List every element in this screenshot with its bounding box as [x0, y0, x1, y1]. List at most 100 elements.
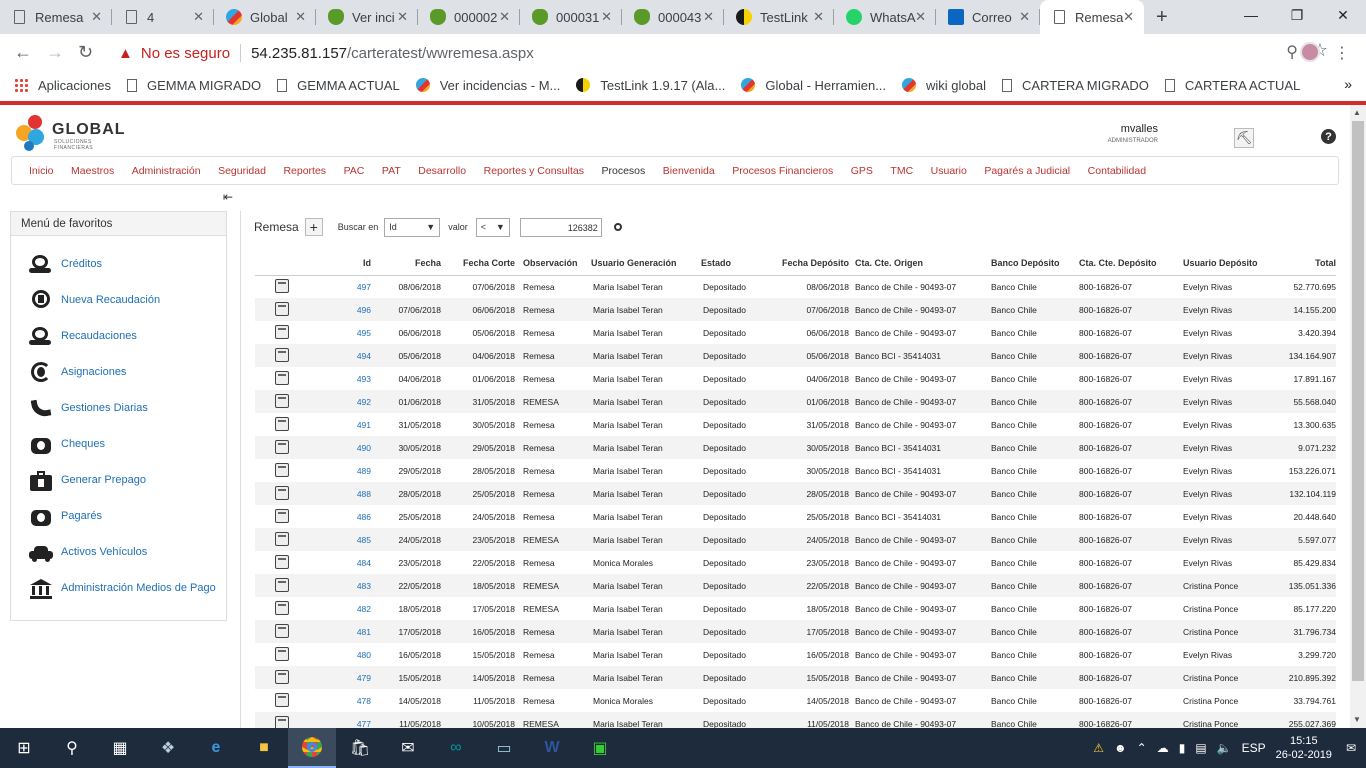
menu-item[interactable]: Inicio — [29, 165, 54, 177]
windows-start-icon[interactable]: ⊞ — [0, 728, 48, 768]
close-icon[interactable]: ✕ — [193, 9, 204, 25]
update-warning-icon[interactable]: ⚠ — [1093, 741, 1104, 755]
table-row[interactable]: 494 05/06/2018 04/06/2018 Remesa Maria Isabe… — [255, 344, 1336, 367]
pdf-icon[interactable] — [275, 600, 289, 615]
favorite-item[interactable]: Nueva Recaudación — [29, 288, 160, 312]
browser-tab[interactable]: Correo ✕ — [936, 0, 1040, 34]
close-icon[interactable]: ✕ — [915, 9, 926, 25]
url-omnibox[interactable]: ▲ No es seguro 54.235.81.157/carteratest… — [108, 38, 1288, 68]
browser-tab[interactable]: 000031 ✕ — [520, 0, 622, 34]
id-link[interactable]: 482 — [289, 597, 375, 620]
close-icon[interactable]: ✕ — [295, 9, 306, 25]
pdf-icon[interactable] — [275, 577, 289, 592]
column-header[interactable]: Cta. Cte. Origen — [855, 251, 991, 276]
menu-item[interactable]: TMC — [890, 165, 913, 177]
browser-tab[interactable]: Ver inci ✕ — [316, 0, 418, 34]
menu-item[interactable]: GPS — [851, 165, 873, 177]
id-link[interactable]: 480 — [289, 643, 375, 666]
table-row[interactable]: 497 08/06/2018 07/06/2018 Remesa Maria Isabe… — [255, 275, 1336, 298]
store-icon[interactable]: 🛍 — [336, 728, 384, 768]
pdf-icon[interactable] — [275, 485, 289, 500]
id-link[interactable]: 478 — [289, 689, 375, 712]
menu-item[interactable]: Pagarés a Judicial — [984, 165, 1070, 177]
table-row[interactable]: 492 01/06/2018 31/05/2018 REMESA Maria Isabe… — [255, 390, 1336, 413]
id-link[interactable]: 489 — [289, 459, 375, 482]
bookmarks-overflow-icon[interactable]: » — [1344, 76, 1352, 92]
clock[interactable]: 15:15 26-02-2019 — [1276, 734, 1332, 762]
table-row[interactable]: 478 14/05/2018 11/05/2018 Remesa Monica Mora… — [255, 689, 1336, 712]
close-icon[interactable]: ✕ — [601, 9, 612, 25]
menu-item[interactable]: Bienvenida — [663, 165, 715, 177]
close-icon[interactable]: ✕ — [499, 9, 510, 25]
language-indicator[interactable]: ESP — [1242, 741, 1266, 755]
favorite-item[interactable]: Administración Medios de Pago — [29, 576, 216, 600]
column-header[interactable]: Id — [289, 251, 375, 276]
menu-item[interactable]: Reportes y Consultas — [484, 165, 584, 177]
word-icon[interactable]: W — [528, 728, 576, 768]
bookmark-item[interactable]: wiki global — [902, 78, 986, 93]
browser-tab[interactable]: TestLink ✕ — [724, 0, 834, 34]
pdf-icon[interactable] — [275, 324, 289, 339]
search-icon[interactable]: ⚲ — [48, 728, 96, 768]
operator-select[interactable]: < ▼ — [475, 217, 510, 237]
table-row[interactable]: 484 23/05/2018 22/05/2018 Remesa Monica Mora… — [255, 551, 1336, 574]
search-go-icon[interactable] — [613, 223, 622, 231]
favorite-item[interactable]: Recaudaciones — [29, 324, 137, 348]
id-link[interactable]: 481 — [289, 620, 375, 643]
column-header[interactable] — [255, 251, 289, 276]
network-icon[interactable]: ▤ — [1195, 741, 1206, 755]
new-tab-button[interactable]: + — [1156, 6, 1168, 29]
browser-tab[interactable]: Remesa ✕ — [0, 0, 112, 34]
id-link[interactable]: 490 — [289, 436, 375, 459]
id-link[interactable]: 495 — [289, 321, 375, 344]
table-row[interactable]: 480 16/05/2018 15/05/2018 Remesa Maria Isabe… — [255, 643, 1336, 666]
dropbox-icon[interactable]: ❖ — [144, 728, 192, 768]
close-icon[interactable]: ✕ — [397, 9, 408, 25]
table-row[interactable]: 488 28/05/2018 25/05/2018 Remesa Maria Isabe… — [255, 482, 1336, 505]
pdf-icon[interactable] — [275, 462, 289, 477]
column-header[interactable]: Fecha Corte — [447, 251, 519, 276]
people-icon[interactable]: ☻ — [1114, 741, 1127, 755]
notification-center-icon[interactable]: ✉ — [1346, 741, 1356, 755]
id-link[interactable]: 497 — [289, 275, 375, 298]
pdf-icon[interactable] — [275, 278, 289, 293]
menu-item[interactable]: Administración — [132, 165, 201, 177]
menu-item[interactable]: Desarrollo — [418, 165, 466, 177]
tray-chevron-icon[interactable]: ⌃ — [1137, 741, 1147, 755]
menu-item[interactable]: PAT — [382, 165, 401, 177]
table-row[interactable]: 477 11/05/2018 10/05/2018 REMESA Maria Isabe… — [255, 712, 1336, 728]
column-header[interactable]: Cta. Cte. Depósito — [1079, 251, 1183, 276]
bookmark-item[interactable]: Aplicaciones — [14, 78, 111, 93]
help-icon[interactable]: ? — [1321, 129, 1336, 144]
page-scrollbar[interactable]: ▲ ▼ — [1350, 105, 1366, 728]
menu-kebab-icon[interactable]: ⋮ — [1334, 43, 1350, 63]
close-icon[interactable]: ✕ — [1019, 9, 1030, 25]
reload-icon[interactable]: ↻ — [78, 42, 93, 63]
column-header[interactable]: Fecha Depósito — [779, 251, 855, 276]
settings-tool-icon[interactable]: ⛏ — [1234, 128, 1254, 148]
pdf-icon[interactable] — [275, 531, 289, 546]
search-field-select[interactable]: Id ▼ — [384, 217, 441, 237]
favorite-item[interactable]: Gestiones Diarias — [29, 396, 148, 420]
menu-item[interactable]: Contabilidad — [1088, 165, 1146, 177]
zoom-icon[interactable]: ⚲ — [1286, 42, 1298, 62]
pdf-icon[interactable] — [275, 508, 289, 523]
id-link[interactable]: 477 — [289, 712, 375, 728]
edge-icon[interactable]: e — [192, 728, 240, 768]
bookmark-item[interactable]: Global - Herramien... — [741, 78, 886, 93]
mail-icon[interactable]: ✉ — [384, 728, 432, 768]
favorite-item[interactable]: Generar Prepago — [29, 468, 146, 492]
table-row[interactable]: 491 31/05/2018 30/05/2018 Remesa Maria Isabe… — [255, 413, 1336, 436]
volume-icon[interactable]: 🔈 — [1217, 741, 1232, 755]
battery-icon[interactable]: ▮ — [1179, 741, 1186, 755]
pdf-icon[interactable] — [275, 715, 289, 728]
browser-tab[interactable]: WhatsA ✕ — [834, 0, 936, 34]
pdf-icon[interactable] — [275, 554, 289, 569]
browser-tab[interactable]: 000043 ✕ — [622, 0, 724, 34]
chrome-icon[interactable] — [288, 728, 336, 768]
id-link[interactable]: 484 — [289, 551, 375, 574]
column-header[interactable]: Total — [1278, 251, 1336, 276]
pdf-icon[interactable] — [275, 347, 289, 362]
bookmark-item[interactable]: GEMMA ACTUAL — [277, 78, 400, 93]
bookmark-item[interactable]: CARTERA MIGRADO — [1002, 78, 1149, 93]
